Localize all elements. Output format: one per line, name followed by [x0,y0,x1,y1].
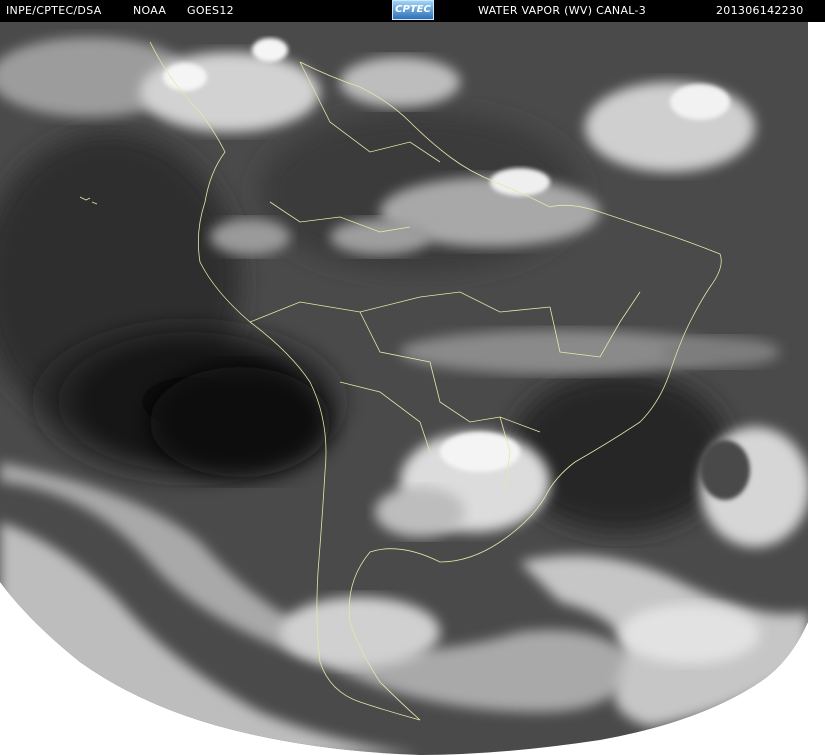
image-header-bar: INPE/CPTEC/DSA NOAA GOES12 CPTEC WATER V… [0,0,825,22]
water-vapor-image [0,22,808,755]
agency-label: NOAA [133,4,167,17]
timestamp-label: 201306142230 [716,4,804,17]
earth-disk [0,22,808,755]
satellite-image-viewer: INPE/CPTEC/DSA NOAA GOES12 CPTEC WATER V… [0,0,825,755]
logo-text: CPTEC [395,4,431,15]
satellite-image [0,22,825,755]
source-label: INPE/CPTEC/DSA [6,4,102,17]
satellite-label: GOES12 [187,4,234,17]
channel-label: WATER VAPOR (WV) CANAL-3 [478,4,647,17]
cptec-logo: CPTEC [392,0,434,20]
